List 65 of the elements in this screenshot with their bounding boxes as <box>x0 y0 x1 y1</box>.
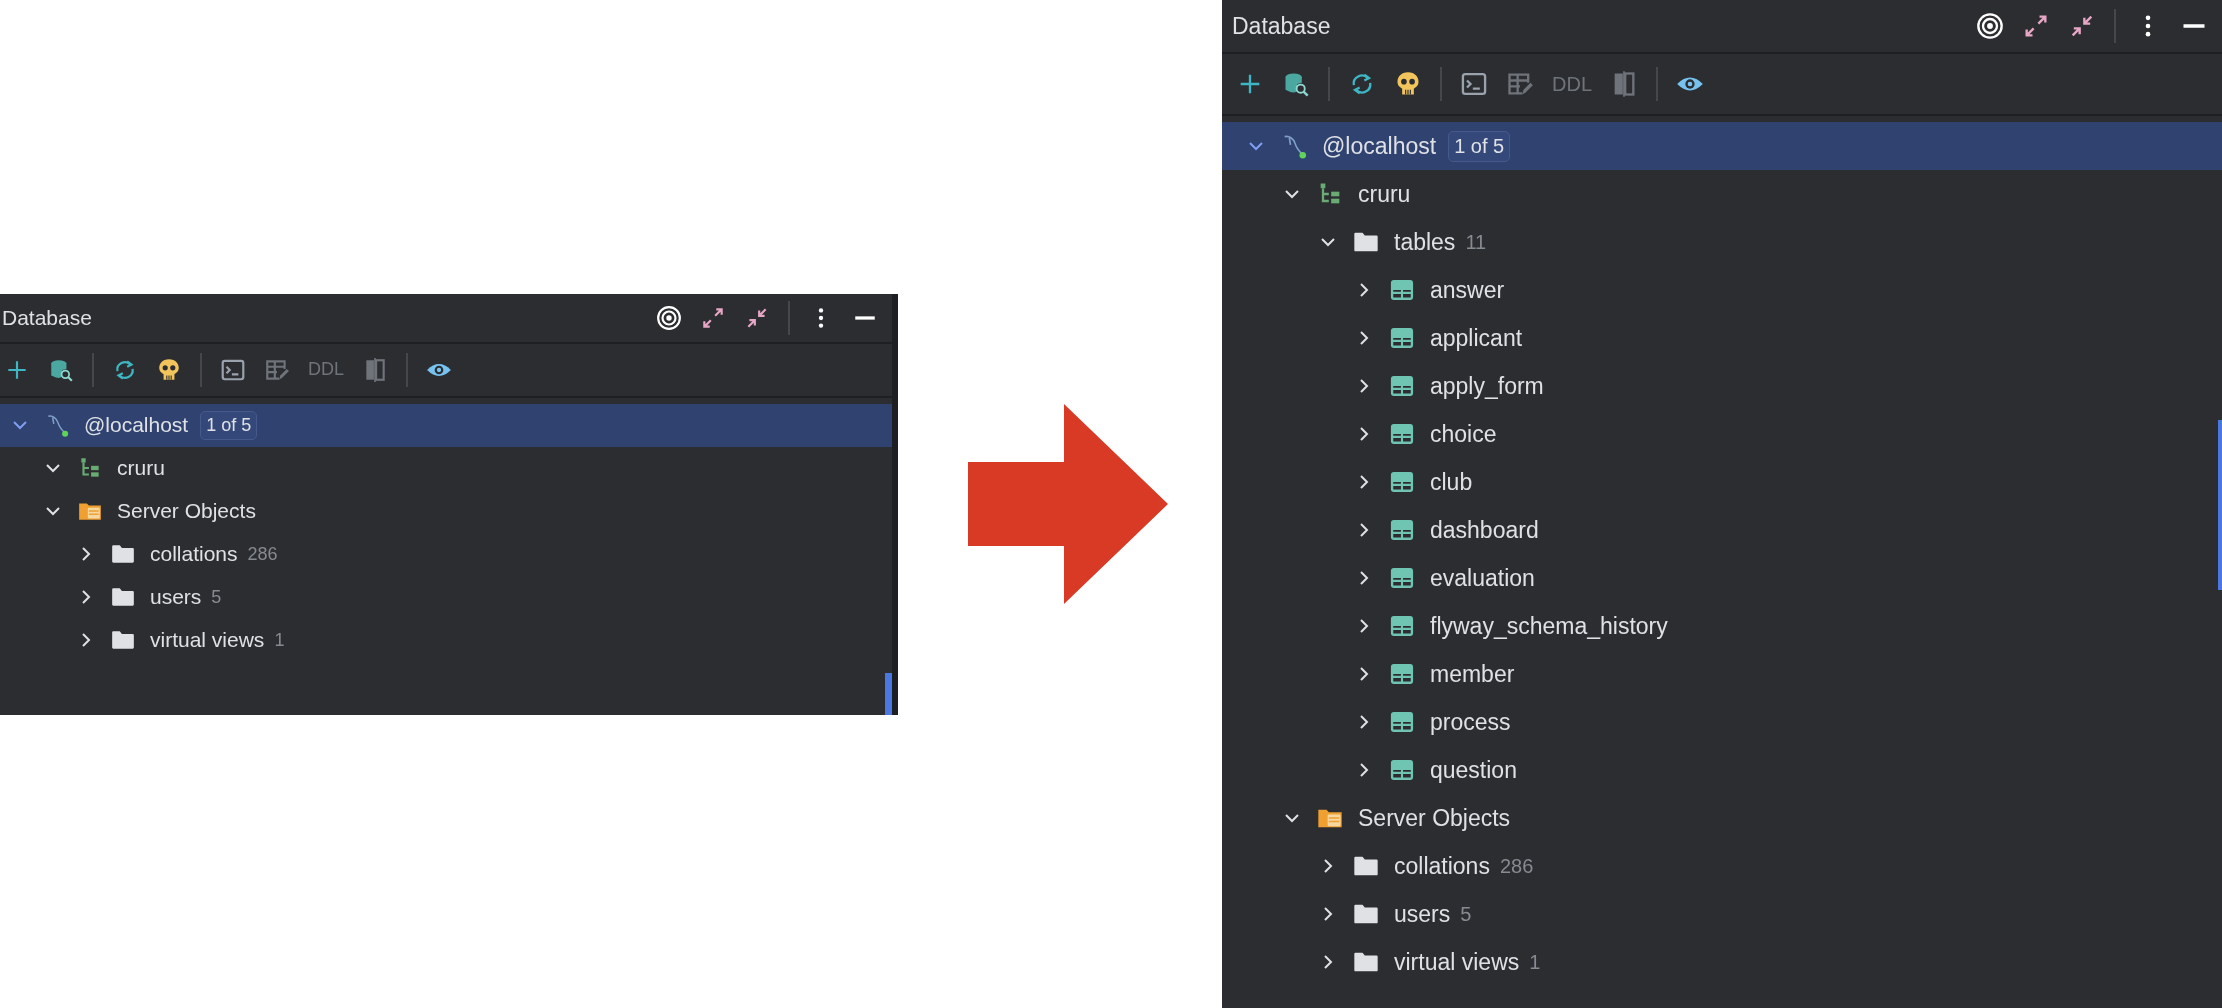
scrollbar-thumb[interactable] <box>2218 420 2222 590</box>
tree-row[interactable]: question <box>1222 746 2222 794</box>
node-label: choice <box>1430 420 1497 448</box>
tree-row[interactable]: @localhost 1 of 5 <box>0 403 892 447</box>
tree-row[interactable]: virtual views 1 <box>0 618 892 662</box>
panel-title: Database <box>2 305 93 330</box>
match-counter: 1 of 5 <box>200 410 258 440</box>
node-label: member <box>1430 660 1515 688</box>
tree-row[interactable]: virtual views 1 <box>1222 938 2222 986</box>
node-label: club <box>1430 468 1473 496</box>
tree-row[interactable]: collations 286 <box>1222 842 2222 890</box>
item-count: 286 <box>1499 854 1534 878</box>
console-icon[interactable] <box>1460 70 1488 98</box>
item-count: 1 <box>274 629 285 651</box>
tree-row[interactable]: users 5 <box>1222 890 2222 938</box>
node-label: users <box>1394 900 1451 928</box>
target-icon[interactable] <box>1976 12 2004 40</box>
item-count: 5 <box>211 586 222 608</box>
tree-row[interactable]: apply_form <box>1222 362 2222 410</box>
node-label: question <box>1430 756 1517 784</box>
match-counter: 1 of 5 <box>1448 130 1511 162</box>
node-label: cruru <box>117 456 165 480</box>
node-label: virtual views <box>1394 948 1520 976</box>
node-label: Server Objects <box>1358 804 1511 832</box>
tree-row[interactable]: process <box>1222 698 2222 746</box>
scrollbar-thumb[interactable] <box>885 672 892 715</box>
tree-row[interactable]: member <box>1222 650 2222 698</box>
item-count: 5 <box>1460 902 1472 926</box>
tree-row[interactable]: cruru <box>0 446 892 490</box>
node-label: answer <box>1430 276 1505 304</box>
node-label: users <box>150 585 202 609</box>
item-count: 286 <box>247 543 278 565</box>
tree-row[interactable]: evaluation <box>1222 554 2222 602</box>
node-label: collations <box>1394 852 1490 880</box>
tree-row[interactable]: answer <box>1222 266 2222 314</box>
tree-row[interactable]: @localhost 1 of 5 <box>1222 122 2222 170</box>
tree-row[interactable]: tables 11 <box>1222 218 2222 266</box>
node-label: dashboard <box>1430 516 1539 544</box>
skull-icon[interactable] <box>156 356 182 383</box>
node-label: process <box>1430 708 1511 736</box>
node-label: apply_form <box>1430 372 1544 400</box>
node-label: Server Objects <box>117 499 256 523</box>
tree-row[interactable]: users 5 <box>0 575 892 619</box>
tree-row[interactable]: choice <box>1222 410 2222 458</box>
node-label: collations <box>150 542 238 566</box>
node-label: applicant <box>1430 324 1523 352</box>
item-count: 1 <box>1529 950 1541 974</box>
node-label: flyway_schema_history <box>1430 612 1668 640</box>
tree-row[interactable]: Server Objects <box>1222 794 2222 842</box>
node-label: tables <box>1394 228 1456 256</box>
tree-row[interactable]: dashboard <box>1222 506 2222 554</box>
item-count: 11 <box>1465 230 1487 254</box>
tree-row[interactable]: collations 286 <box>0 532 892 576</box>
panel-title: Database <box>1232 12 1332 40</box>
tree-row[interactable]: Server Objects <box>0 489 892 533</box>
tree-row[interactable]: cruru <box>1222 170 2222 218</box>
node-label: @localhost <box>84 413 189 437</box>
node-label: @localhost <box>1322 132 1437 160</box>
tree-row[interactable]: flyway_schema_history <box>1222 602 2222 650</box>
node-label: cruru <box>1358 180 1411 208</box>
tree-row[interactable]: applicant <box>1222 314 2222 362</box>
target-icon[interactable] <box>656 304 682 331</box>
node-label: virtual views <box>150 628 265 652</box>
node-label: evaluation <box>1430 564 1535 592</box>
tree-row[interactable]: club <box>1222 458 2222 506</box>
